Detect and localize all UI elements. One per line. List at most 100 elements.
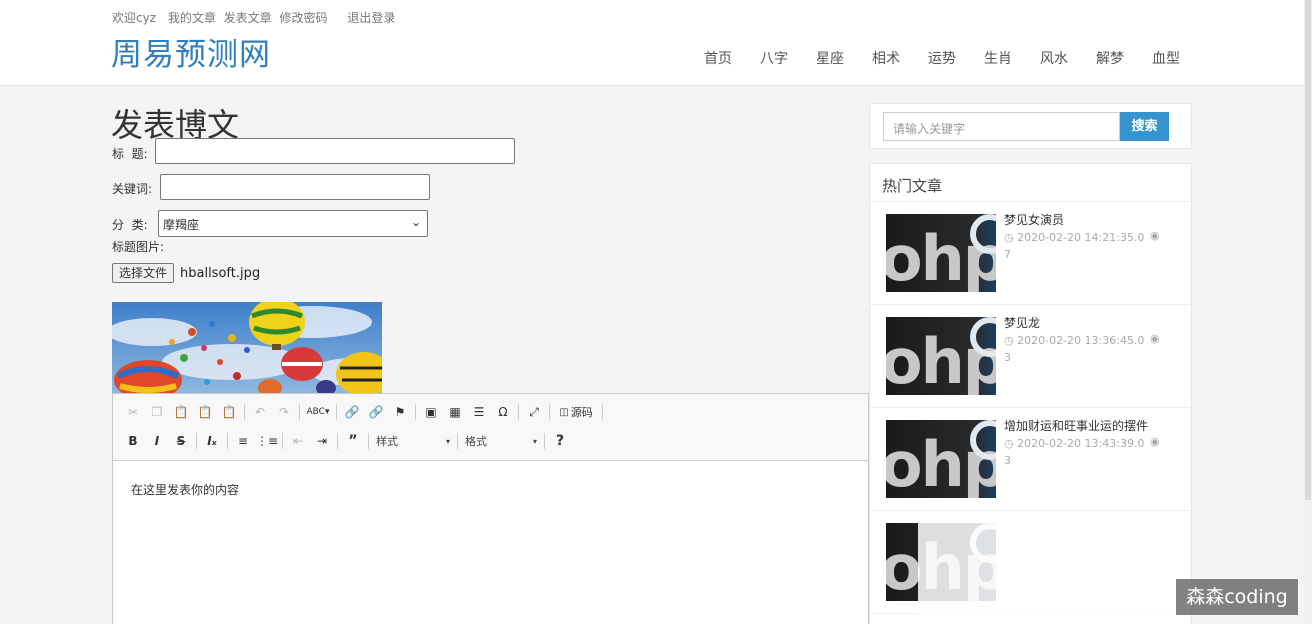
site-logo[interactable]: 周易预测网 xyxy=(111,29,271,74)
chevron-down-icon: ⌄ xyxy=(410,215,421,229)
nav-item-fengshui[interactable]: 风水 xyxy=(1026,48,1082,68)
format-dropdown[interactable]: 格式 ▾ xyxy=(461,431,541,451)
main-nav: 首页 八字 星座 相术 运势 生肖 风水 解梦 血型 xyxy=(690,48,1194,68)
logout-link[interactable]: 退出登录 xyxy=(347,11,395,25)
toolbar-divider xyxy=(457,433,458,449)
toolbar-divider xyxy=(549,404,550,420)
toolbar-divider xyxy=(518,404,519,420)
clock-icon: ◷ xyxy=(1004,334,1018,347)
search-panel: 请输入关键字 搜索 xyxy=(869,103,1192,149)
category-selected-value: 摩羯座 xyxy=(163,218,200,232)
style-dropdown[interactable]: 样式 ▾ xyxy=(372,431,454,451)
article-title[interactable]: 梦见龙 xyxy=(1004,314,1040,331)
list-item[interactable]: ohp 梦见龙 ◷ 2020-02-20 13:36:45.0 ◉ 3 xyxy=(870,305,1191,408)
nav-item-constellation[interactable]: 星座 xyxy=(802,48,858,68)
search-input[interactable]: 请输入关键字 xyxy=(883,112,1120,141)
nav-item-blood-type[interactable]: 血型 xyxy=(1138,48,1194,68)
indent-icon[interactable]: ⇥ xyxy=(310,431,334,451)
editor-content[interactable]: 在这里发表你的内容 xyxy=(113,461,868,518)
chevron-down-icon: ▾ xyxy=(532,436,537,446)
editor-toolbar: ✂ ❐ 📋 📋 📋 ↶ ↷ ABC▾ 🔗 🔗 ⚑ ▣ ▦ ☰ Ω ⤢ ◫ 源码 xyxy=(113,394,868,461)
page-scrollbar[interactable] xyxy=(1304,0,1312,624)
balloons-image xyxy=(112,302,382,394)
category-label: 分 类: xyxy=(112,218,148,232)
post-article-link[interactable]: 发表文章 xyxy=(224,11,272,25)
remove-format-icon[interactable]: Iₓ xyxy=(200,431,224,451)
user-bar: 欢迎cyz 我的文章 发表文章 修改密码 退出登录 xyxy=(112,9,403,26)
clock-icon: ◷ xyxy=(1004,437,1018,450)
title-input[interactable] xyxy=(155,138,515,164)
cut-icon[interactable]: ✂ xyxy=(121,402,145,422)
paste-word-icon[interactable]: 📋 xyxy=(217,402,241,422)
italic-icon[interactable]: I xyxy=(145,431,169,451)
toolbar-divider xyxy=(196,433,197,449)
my-articles-link[interactable]: 我的文章 xyxy=(168,11,216,25)
redo-icon[interactable]: ↷ xyxy=(272,402,296,422)
list-item[interactable]: ohp 梦见女演员 ◷ 2020-02-20 14:21:35.0 ◉ 7 xyxy=(870,202,1191,305)
image-label: 标题图片: xyxy=(112,240,165,254)
eye-icon: ◉ xyxy=(1150,332,1160,345)
numbered-list-icon[interactable]: ≡ xyxy=(231,431,255,451)
nav-item-zodiac[interactable]: 生肖 xyxy=(970,48,1026,68)
keywords-input[interactable] xyxy=(160,174,430,200)
outdent-icon[interactable]: ⇤ xyxy=(286,431,310,451)
title-label: 标 题: xyxy=(112,147,148,161)
unlink-icon[interactable]: 🔗 xyxy=(364,402,388,422)
category-select[interactable]: 摩羯座 ⌄ xyxy=(158,210,428,237)
nav-item-bazi[interactable]: 八字 xyxy=(746,48,802,68)
keywords-label: 关键词: xyxy=(112,182,153,196)
anchor-flag-icon[interactable]: ⚑ xyxy=(388,402,412,422)
toolbar-divider xyxy=(282,433,283,449)
list-item[interactable]: ohp 增加财运和旺事业运的摆件 ◷ 2020-02-20 13:43:39.0… xyxy=(870,408,1191,511)
nav-item-fortune[interactable]: 运势 xyxy=(914,48,970,68)
link-icon[interactable]: 🔗 xyxy=(340,402,364,422)
source-label: 源码 xyxy=(570,406,593,419)
toolbar-divider xyxy=(244,404,245,420)
source-button[interactable]: ◫ 源码 xyxy=(553,402,599,422)
article-title[interactable]: 梦见女演员 xyxy=(1004,211,1064,228)
blur-overlay xyxy=(680,552,868,606)
special-char-icon[interactable]: Ω xyxy=(491,402,515,422)
paste-icon[interactable]: 📋 xyxy=(169,402,193,422)
blockquote-icon[interactable]: ” xyxy=(341,431,365,451)
undo-icon[interactable]: ↶ xyxy=(248,402,272,422)
horizontal-line-icon[interactable]: ☰ xyxy=(467,402,491,422)
eye-icon: ◉ xyxy=(1150,435,1160,448)
image-icon[interactable]: ▣ xyxy=(419,402,443,422)
copy-icon[interactable]: ❐ xyxy=(145,402,169,422)
change-password-link[interactable]: 修改密码 xyxy=(280,11,328,25)
nav-item-physiognomy[interactable]: 相术 xyxy=(858,48,914,68)
help-icon[interactable]: ? xyxy=(548,431,572,451)
article-thumbnail[interactable]: ohp xyxy=(886,214,996,292)
scrollbar-thumb[interactable] xyxy=(1305,0,1311,500)
source-icon: ◫ xyxy=(559,406,569,418)
eye-icon: ◉ xyxy=(1150,229,1160,242)
title-image-preview xyxy=(112,302,382,394)
toolbar-divider xyxy=(299,404,300,420)
chevron-down-icon: ▾ xyxy=(445,436,450,446)
article-thumbnail[interactable]: ohp xyxy=(886,317,996,395)
article-time: 2020-02-20 13:36:45.0 xyxy=(1017,334,1145,347)
file-name: hballsoft.jpg xyxy=(180,266,261,281)
nav-item-home[interactable]: 首页 xyxy=(690,48,746,68)
strikethrough-icon[interactable]: S xyxy=(169,431,193,451)
toolbar-divider xyxy=(602,404,603,420)
article-title[interactable]: 增加财运和旺事业运的摆件 xyxy=(1004,417,1148,434)
bulleted-list-icon[interactable]: ⋮≡ xyxy=(255,431,279,451)
bold-icon[interactable]: B xyxy=(121,431,145,451)
search-button[interactable]: 搜索 xyxy=(1120,112,1169,141)
article-views: 7 xyxy=(1004,248,1011,261)
choose-file-button[interactable]: 选择文件 xyxy=(112,263,175,283)
article-time: 2020-02-20 14:21:35.0 xyxy=(1017,231,1145,244)
toolbar-divider xyxy=(415,404,416,420)
table-icon[interactable]: ▦ xyxy=(443,402,467,422)
blur-overlay xyxy=(918,512,1188,624)
toolbar-divider xyxy=(336,404,337,420)
article-views: 3 xyxy=(1004,454,1011,467)
article-thumbnail[interactable]: ohp xyxy=(886,420,996,498)
spellcheck-icon[interactable]: ABC▾ xyxy=(303,402,333,422)
nav-item-dream[interactable]: 解梦 xyxy=(1082,48,1138,68)
paste-text-icon[interactable]: 📋 xyxy=(193,402,217,422)
maximize-icon[interactable]: ⤢ xyxy=(522,402,546,422)
watermark: 森森coding xyxy=(1176,579,1298,615)
